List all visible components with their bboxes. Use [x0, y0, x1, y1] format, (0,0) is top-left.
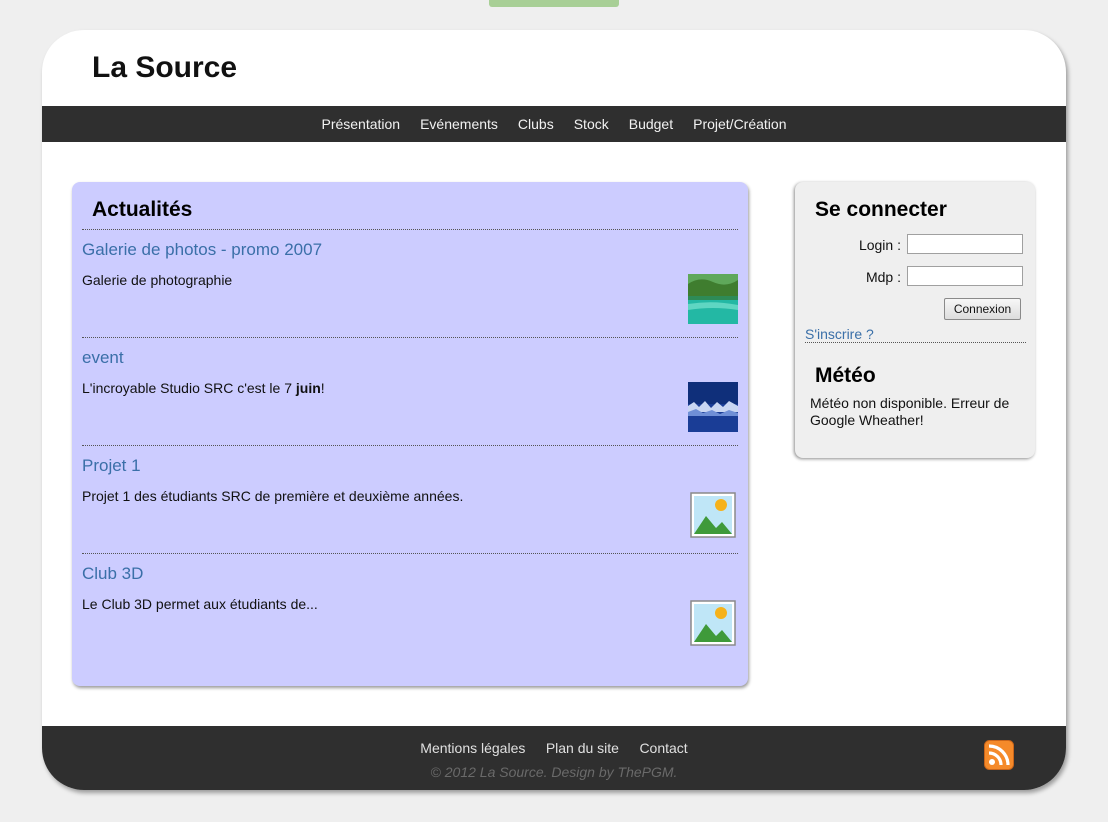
- password-input[interactable]: [907, 266, 1023, 286]
- news-item: Club 3D Le Club 3D permet aux étudiants …: [82, 564, 738, 672]
- connexion-button[interactable]: Connexion: [944, 298, 1021, 320]
- weather-heading: Météo: [815, 364, 876, 387]
- news-item-text: Le Club 3D permet aux étudiants de...: [82, 596, 318, 612]
- nav-item-presentation[interactable]: Présentation: [321, 116, 400, 132]
- page-container: La Source Présentation Evénements Clubs …: [42, 30, 1066, 790]
- footer-link-mentions-legales[interactable]: Mentions légales: [420, 740, 525, 756]
- news-item-text: L'incroyable Studio SRC c'est le 7 juin!: [82, 380, 325, 396]
- nav-item-evenements[interactable]: Evénements: [420, 116, 498, 132]
- login-heading: Se connecter: [815, 198, 947, 221]
- news-item-text: Galerie de photographie: [82, 272, 233, 288]
- news-item-title[interactable]: Projet 1: [82, 456, 141, 476]
- blue-water-photo-thumbnail[interactable]: [688, 382, 738, 432]
- signup-link[interactable]: S'inscrire ?: [805, 326, 874, 342]
- news-item-text: Projet 1 des étudiants SRC de première e…: [82, 488, 464, 504]
- news-item-text-bold: juin: [295, 380, 321, 396]
- nav-item-budget[interactable]: Budget: [629, 116, 673, 132]
- news-item-title[interactable]: Galerie de photos - promo 2007: [82, 240, 322, 260]
- image-placeholder-icon[interactable]: [688, 598, 738, 648]
- footer: Mentions légales Plan du site Contact © …: [42, 726, 1066, 790]
- news-item-title[interactable]: event: [82, 348, 124, 368]
- divider: [82, 553, 738, 554]
- login-label: Login :: [858, 237, 901, 253]
- copyright-text: © 2012 La Source. Design by ThePGM.: [430, 764, 678, 780]
- divider: [82, 229, 738, 230]
- main-nav: Présentation Evénements Clubs Stock Budg…: [42, 106, 1066, 142]
- top-decorative-tab: [489, 0, 619, 7]
- news-item-title[interactable]: Club 3D: [82, 564, 143, 584]
- news-item: event L'incroyable Studio SRC c'est le 7…: [82, 348, 738, 456]
- news-item: Galerie de photos - promo 2007 Galerie d…: [82, 240, 738, 348]
- news-heading: Actualités: [92, 198, 193, 221]
- news-item-text-part: L'incroyable Studio SRC c'est le 7: [82, 380, 296, 396]
- site-title: La Source: [92, 51, 238, 84]
- login-input[interactable]: [907, 234, 1023, 254]
- news-panel: Actualités Galerie de photos - promo 200…: [72, 182, 748, 686]
- footer-link-plan-du-site[interactable]: Plan du site: [546, 740, 619, 756]
- nav-item-clubs[interactable]: Clubs: [518, 116, 554, 132]
- lagoon-photo-thumbnail[interactable]: [688, 274, 738, 324]
- password-label: Mdp :: [865, 269, 901, 285]
- divider: [82, 445, 738, 446]
- footer-links: Mentions légales Plan du site Contact: [42, 740, 1066, 758]
- news-item-text-part: !: [320, 380, 325, 396]
- footer-link-contact[interactable]: Contact: [639, 740, 687, 756]
- weather-message: Météo non disponible. Erreur de Google W…: [810, 395, 1010, 428]
- divider: [82, 337, 738, 338]
- rss-icon[interactable]: [984, 740, 1014, 770]
- nav-item-projet-creation[interactable]: Projet/Création: [693, 116, 786, 132]
- image-placeholder-icon[interactable]: [688, 490, 738, 540]
- sidebar-panel: Se connecter Login : Mdp : Connexion S'i…: [795, 182, 1035, 458]
- news-item: Projet 1 Projet 1 des étudiants SRC de p…: [82, 456, 738, 564]
- nav-item-stock[interactable]: Stock: [574, 116, 609, 132]
- divider: [805, 342, 1026, 343]
